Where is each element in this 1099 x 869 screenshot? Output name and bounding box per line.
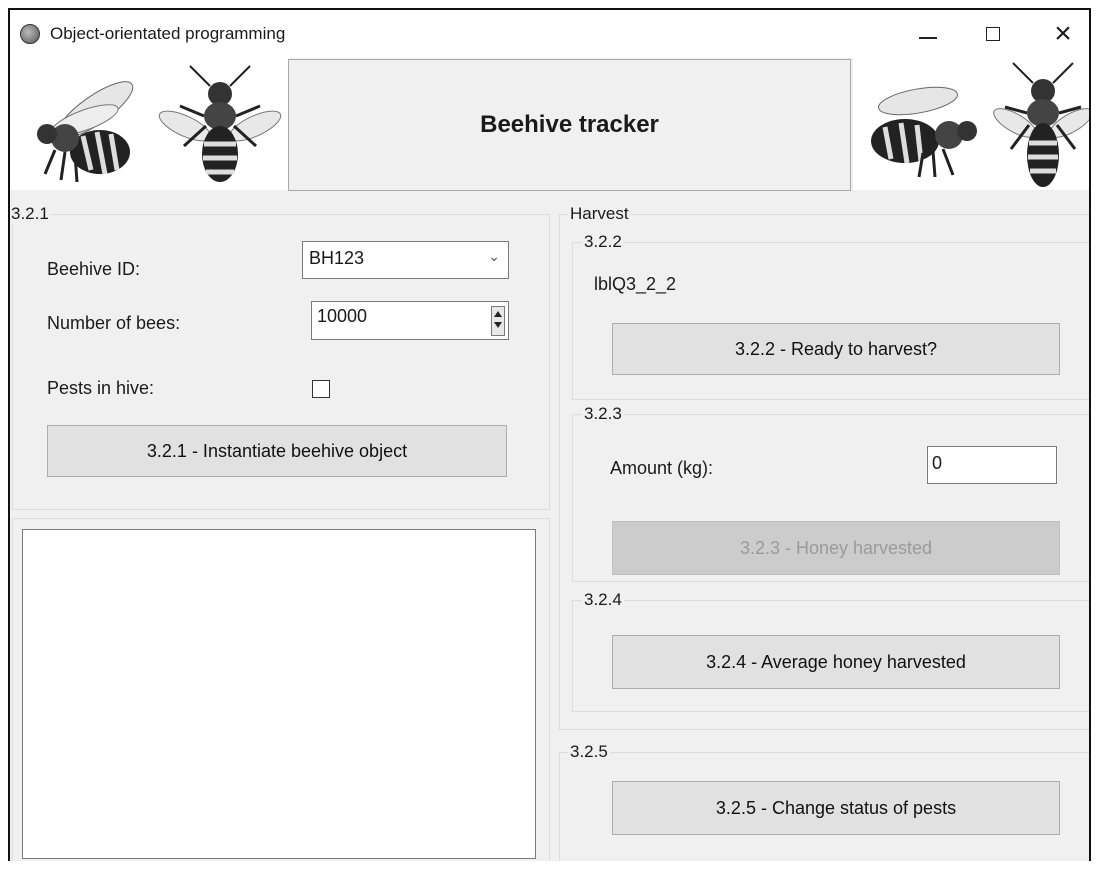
- harvest-label: Harvest: [568, 204, 631, 224]
- spin-up-icon[interactable]: [494, 311, 502, 317]
- spin-down-icon[interactable]: [494, 322, 502, 328]
- bee-icon: [37, 65, 282, 183]
- close-icon: ×: [1054, 17, 1072, 50]
- honey-harvested-button[interactable]: 3.2.3 - Honey harvested: [612, 521, 1060, 575]
- group-3-2-3-label: 3.2.3: [582, 404, 624, 424]
- group-3-2-1-label: 3.2.1: [10, 204, 51, 224]
- spin-buttons[interactable]: [491, 306, 505, 336]
- ready-to-harvest-button[interactable]: 3.2.2 - Ready to harvest?: [612, 323, 1060, 375]
- maximize-button[interactable]: [965, 10, 1021, 58]
- lblQ3-2-2: lblQ3_2_2: [594, 274, 677, 294]
- beehive-tracker-header[interactable]: Beehive tracker: [288, 59, 851, 191]
- amount-kg-label: Amount (kg):: [610, 458, 714, 478]
- change-status-of-pests-button[interactable]: 3.2.5 - Change status of pests: [612, 781, 1060, 835]
- bee-icon: [871, 62, 1089, 187]
- chevron-down-icon[interactable]: ⌄: [488, 248, 500, 265]
- instantiate-beehive-button[interactable]: 3.2.1 - Instantiate beehive object: [47, 425, 507, 477]
- window-title: Object-orientated programming: [50, 24, 286, 43]
- bee-image-right: [853, 58, 1089, 190]
- title-bar[interactable]: Object-orientated programming ×: [10, 10, 1089, 58]
- maximize-icon: [986, 27, 1000, 41]
- minimize-icon: [919, 37, 937, 39]
- number-of-bees-value: 10000: [317, 306, 368, 326]
- app-icon: [20, 24, 40, 44]
- group-3-2-2-label: 3.2.2: [582, 232, 624, 252]
- pests-in-hive-checkbox[interactable]: [312, 380, 330, 398]
- amount-kg-value: 0: [932, 453, 943, 473]
- app-window: Object-orientated programming × Beehive …: [8, 8, 1091, 861]
- output-listbox[interactable]: [22, 529, 536, 859]
- group-3-2-4-label: 3.2.4: [582, 590, 624, 610]
- number-of-bees-stepper[interactable]: 10000: [311, 301, 509, 340]
- average-honey-harvested-button[interactable]: 3.2.4 - Average honey harvested: [612, 635, 1060, 689]
- pests-in-hive-label: Pests in hive:: [47, 378, 155, 398]
- amount-kg-input[interactable]: 0: [927, 446, 1057, 484]
- beehive-id-label: Beehive ID:: [47, 259, 141, 279]
- close-button[interactable]: ×: [1035, 10, 1089, 58]
- beehive-id-combobox[interactable]: BH123 ⌄: [302, 241, 509, 279]
- minimize-button[interactable]: [900, 10, 956, 58]
- bee-image-left: [10, 58, 288, 190]
- number-of-bees-label: Number of bees:: [47, 313, 181, 333]
- beehive-id-value: BH123: [309, 248, 365, 268]
- group-3-2-2: [572, 242, 1089, 400]
- group-3-2-5-label: 3.2.5: [568, 742, 610, 762]
